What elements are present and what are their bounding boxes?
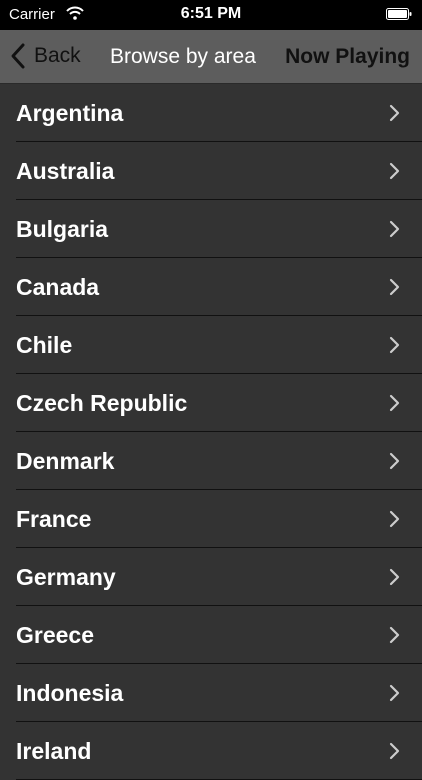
list-item[interactable]: Australia	[0, 142, 422, 200]
chevron-right-icon	[389, 742, 400, 760]
list-item[interactable]: Chile	[0, 316, 422, 374]
navigation-bar: Back Browse by area Now Playing	[0, 30, 422, 84]
chevron-right-icon	[389, 394, 400, 412]
list-item[interactable]: France	[0, 490, 422, 548]
status-bar: Carrier 6:51 PM	[0, 0, 422, 30]
list-item-label: Ireland	[16, 738, 92, 764]
chevron-right-icon	[389, 568, 400, 586]
now-playing-button[interactable]: Now Playing	[285, 45, 410, 69]
list-item[interactable]: Denmark	[0, 432, 422, 490]
list-item[interactable]: Canada	[0, 258, 422, 316]
chevron-right-icon	[389, 162, 400, 180]
list-item[interactable]: Bulgaria	[0, 200, 422, 258]
list-item-label: Bulgaria	[16, 216, 109, 242]
chevron-right-icon	[389, 104, 400, 122]
list-item[interactable]: Germany	[0, 548, 422, 606]
chevron-right-icon	[389, 220, 400, 238]
chevron-right-icon	[389, 336, 400, 354]
list-item[interactable]: Argentina	[0, 84, 422, 142]
list-item-label: Australia	[16, 158, 115, 184]
list-item[interactable]: Ireland	[0, 722, 422, 780]
area-list: Argentina Australia Bulgaria Canada Chil…	[0, 84, 422, 780]
list-item[interactable]: Indonesia	[0, 664, 422, 722]
list-item-label: Chile	[16, 332, 73, 358]
list-item-label: Czech Republic	[16, 390, 188, 416]
chevron-right-icon	[389, 510, 400, 528]
chevron-left-icon	[11, 43, 25, 69]
list-item-label: France	[16, 506, 92, 532]
chevron-right-icon	[389, 452, 400, 470]
page-title: Browse by area	[110, 45, 256, 68]
clock: 6:51 PM	[180, 5, 242, 22]
list-item[interactable]: Czech Republic	[0, 374, 422, 432]
list-item-label: Denmark	[16, 448, 115, 474]
back-button-label: Back	[34, 44, 81, 67]
battery-icon	[386, 8, 412, 20]
list-item[interactable]: Greece	[0, 606, 422, 664]
list-item-label: Germany	[16, 564, 116, 590]
list-item-label: Canada	[16, 274, 100, 300]
back-button[interactable]: Back	[10, 40, 81, 72]
chevron-right-icon	[389, 278, 400, 296]
list-item-label: Argentina	[16, 100, 124, 126]
chevron-right-icon	[389, 684, 400, 702]
chevron-right-icon	[389, 626, 400, 644]
list-item-label: Greece	[16, 622, 95, 648]
list-item-label: Indonesia	[16, 680, 124, 706]
